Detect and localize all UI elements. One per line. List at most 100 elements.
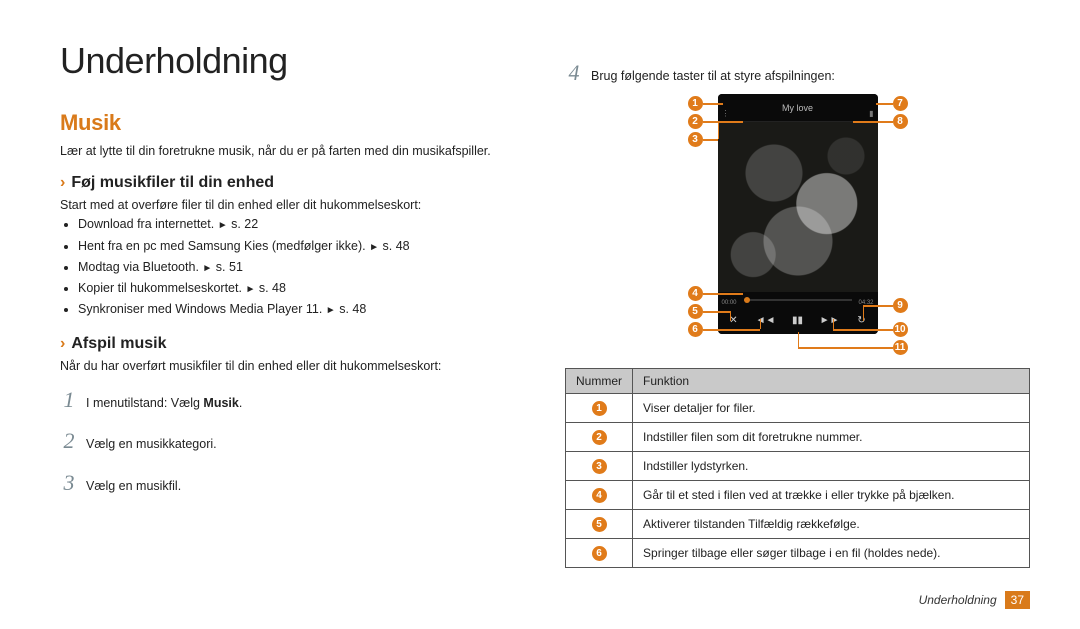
callout-2: 2: [688, 114, 703, 129]
callout-bullet-icon: 3: [592, 459, 607, 474]
step-post: .: [239, 396, 242, 410]
callout-lead: [718, 121, 720, 139]
play-steps: 1 I menutilstand: Vælg Musik. 2 Vælg en …: [60, 379, 525, 504]
progress-thumb-icon: [744, 297, 750, 303]
step-4-row: 4 Brug følgende taster til at styre afsp…: [565, 60, 1030, 86]
right-column: 4 Brug følgende taster til at styre afsp…: [565, 40, 1030, 609]
step-number-icon: 3: [60, 462, 78, 504]
triangle-icon: ►: [245, 284, 255, 295]
list-item: Kopier til hukommelseskortet. ► s. 48: [78, 278, 525, 299]
table-row: 1 Viser detaljer for filer.: [566, 394, 1030, 423]
step-number-icon: 4: [565, 60, 583, 86]
callout-11: 11: [893, 340, 908, 355]
bullet-text: Synkroniser med Windows Media Player 11.: [78, 302, 322, 316]
footer-section-name: Underholdning: [919, 593, 997, 607]
progress-track: [744, 299, 852, 301]
subheading-play-music-text: Afspil musik: [71, 335, 166, 353]
step-item: 1 I menutilstand: Vælg Musik.: [60, 379, 525, 421]
callout-lead: [703, 311, 730, 313]
table-cell-function: Indstiller filen som dit foretrukne numm…: [633, 423, 1030, 452]
step-text: Vælg en musikkategori.: [86, 433, 217, 457]
list-item: Synkroniser med Windows Media Player 11.…: [78, 299, 525, 320]
bullet-text: Hent fra en pc med Samsung Kies (medfølg…: [78, 239, 366, 253]
triangle-icon: ►: [218, 220, 228, 231]
callout-lead: [863, 305, 893, 307]
callout-5: 5: [688, 304, 703, 319]
table-row: 5 Aktiverer tilstanden Tilfældig rækkefø…: [566, 510, 1030, 539]
callout-lead: [703, 139, 718, 141]
table-cell-function: Viser detaljer for filer.: [633, 394, 1030, 423]
step-4-text: Brug følgende taster til at styre afspil…: [591, 69, 835, 83]
callout-bullet-icon: 2: [592, 430, 607, 445]
triangle-icon: ►: [326, 305, 336, 316]
bullet-text: Download fra internettet.: [78, 217, 214, 231]
callout-4: 4: [688, 286, 703, 301]
table-header-row: Nummer Funktion: [566, 369, 1030, 394]
shuffle-icon: ✕: [718, 315, 750, 326]
step-bold: Musik: [203, 396, 238, 410]
table-header-function: Funktion: [633, 369, 1030, 394]
callout-bullet-icon: 1: [592, 401, 607, 416]
callout-lead: [703, 329, 760, 331]
left-column: Underholdning Musik Lær at lytte til din…: [60, 40, 525, 609]
triangle-icon: ►: [369, 242, 379, 253]
table-row: 2 Indstiller filen som dit foretrukne nu…: [566, 423, 1030, 452]
list-item: Modtag via Bluetooth. ► s. 51: [78, 257, 525, 278]
page-title: Underholdning: [60, 40, 525, 82]
add-files-list: Download fra internettet. ► s. 22 Hent f…: [60, 214, 525, 320]
play-icon: ▮▮: [782, 315, 814, 326]
callout-6: 6: [688, 322, 703, 337]
step-pre: I menutilstand: Vælg: [86, 396, 203, 410]
subheading-add-files: › Føj musikfiler til din enhed: [60, 174, 525, 192]
step-number-icon: 2: [60, 420, 78, 462]
subheading-add-files-text: Føj musikfiler til din enhed: [71, 174, 274, 192]
function-table: Nummer Funktion 1 Viser detaljer for fil…: [565, 368, 1030, 568]
callout-lead: [798, 332, 800, 347]
callout-bullet-icon: 4: [592, 488, 607, 503]
album-art: [718, 122, 878, 292]
step-text: I menutilstand: Vælg Musik.: [86, 392, 242, 416]
prev-icon: ◄◄: [750, 315, 782, 326]
list-item: Hent fra en pc med Samsung Kies (medfølg…: [78, 236, 525, 257]
table-row: 3 Indstiller lydstyrken.: [566, 452, 1030, 481]
page-ref: s. 48: [339, 302, 366, 316]
callout-lead: [853, 121, 893, 123]
callout-8: 8: [893, 114, 908, 129]
callout-lead: [703, 103, 723, 105]
table-cell-function: Springer tilbage eller søger tilbage i e…: [633, 539, 1030, 568]
section-title-musik: Musik: [60, 110, 525, 136]
callout-lead: [760, 319, 762, 329]
play-music-lead: Når du har overført musikfiler til din e…: [60, 357, 525, 375]
triangle-icon: ►: [202, 263, 212, 274]
callout-lead: [876, 103, 893, 105]
callout-1: 1: [688, 96, 703, 111]
page-ref: s. 22: [231, 217, 258, 231]
callout-9: 9: [893, 298, 908, 313]
callout-lead: [833, 319, 835, 329]
table-cell-function: Går til et sted i filen ved at trække i …: [633, 481, 1030, 510]
subheading-play-music: › Afspil musik: [60, 335, 525, 353]
callout-bullet-icon: 5: [592, 517, 607, 532]
step-number-icon: 1: [60, 379, 78, 421]
bullet-text: Kopier til hukommelseskortet.: [78, 281, 242, 295]
callout-lead: [833, 329, 893, 331]
table-header-number: Nummer: [566, 369, 633, 394]
callout-3: 3: [688, 132, 703, 147]
repeat-icon: ↻: [846, 315, 878, 326]
footer-page-number: 37: [1005, 591, 1030, 609]
table-cell-function: Indstiller lydstyrken.: [633, 452, 1030, 481]
player-diagram: ⋮ My love ▮ 00:00 04:32 ✕ ◄◄ ▮▮: [565, 94, 1030, 354]
callout-7: 7: [893, 96, 908, 111]
section-intro: Lær at lytte til din foretrukne musik, n…: [60, 142, 525, 160]
callout-lead: [863, 305, 865, 321]
page-ref: s. 48: [259, 281, 286, 295]
page-ref: s. 51: [216, 260, 243, 274]
bullet-text: Modtag via Bluetooth.: [78, 260, 199, 274]
page-ref: s. 48: [383, 239, 410, 253]
callout-lead: [798, 347, 893, 349]
phone-screenshot: ⋮ My love ▮ 00:00 04:32 ✕ ◄◄ ▮▮: [718, 94, 878, 334]
now-playing-title: My love: [782, 103, 813, 113]
step-text: Vælg en musikfil.: [86, 475, 181, 499]
table-cell-function: Aktiverer tilstanden Tilfældig rækkefølg…: [633, 510, 1030, 539]
chevron-icon: ›: [60, 174, 65, 192]
